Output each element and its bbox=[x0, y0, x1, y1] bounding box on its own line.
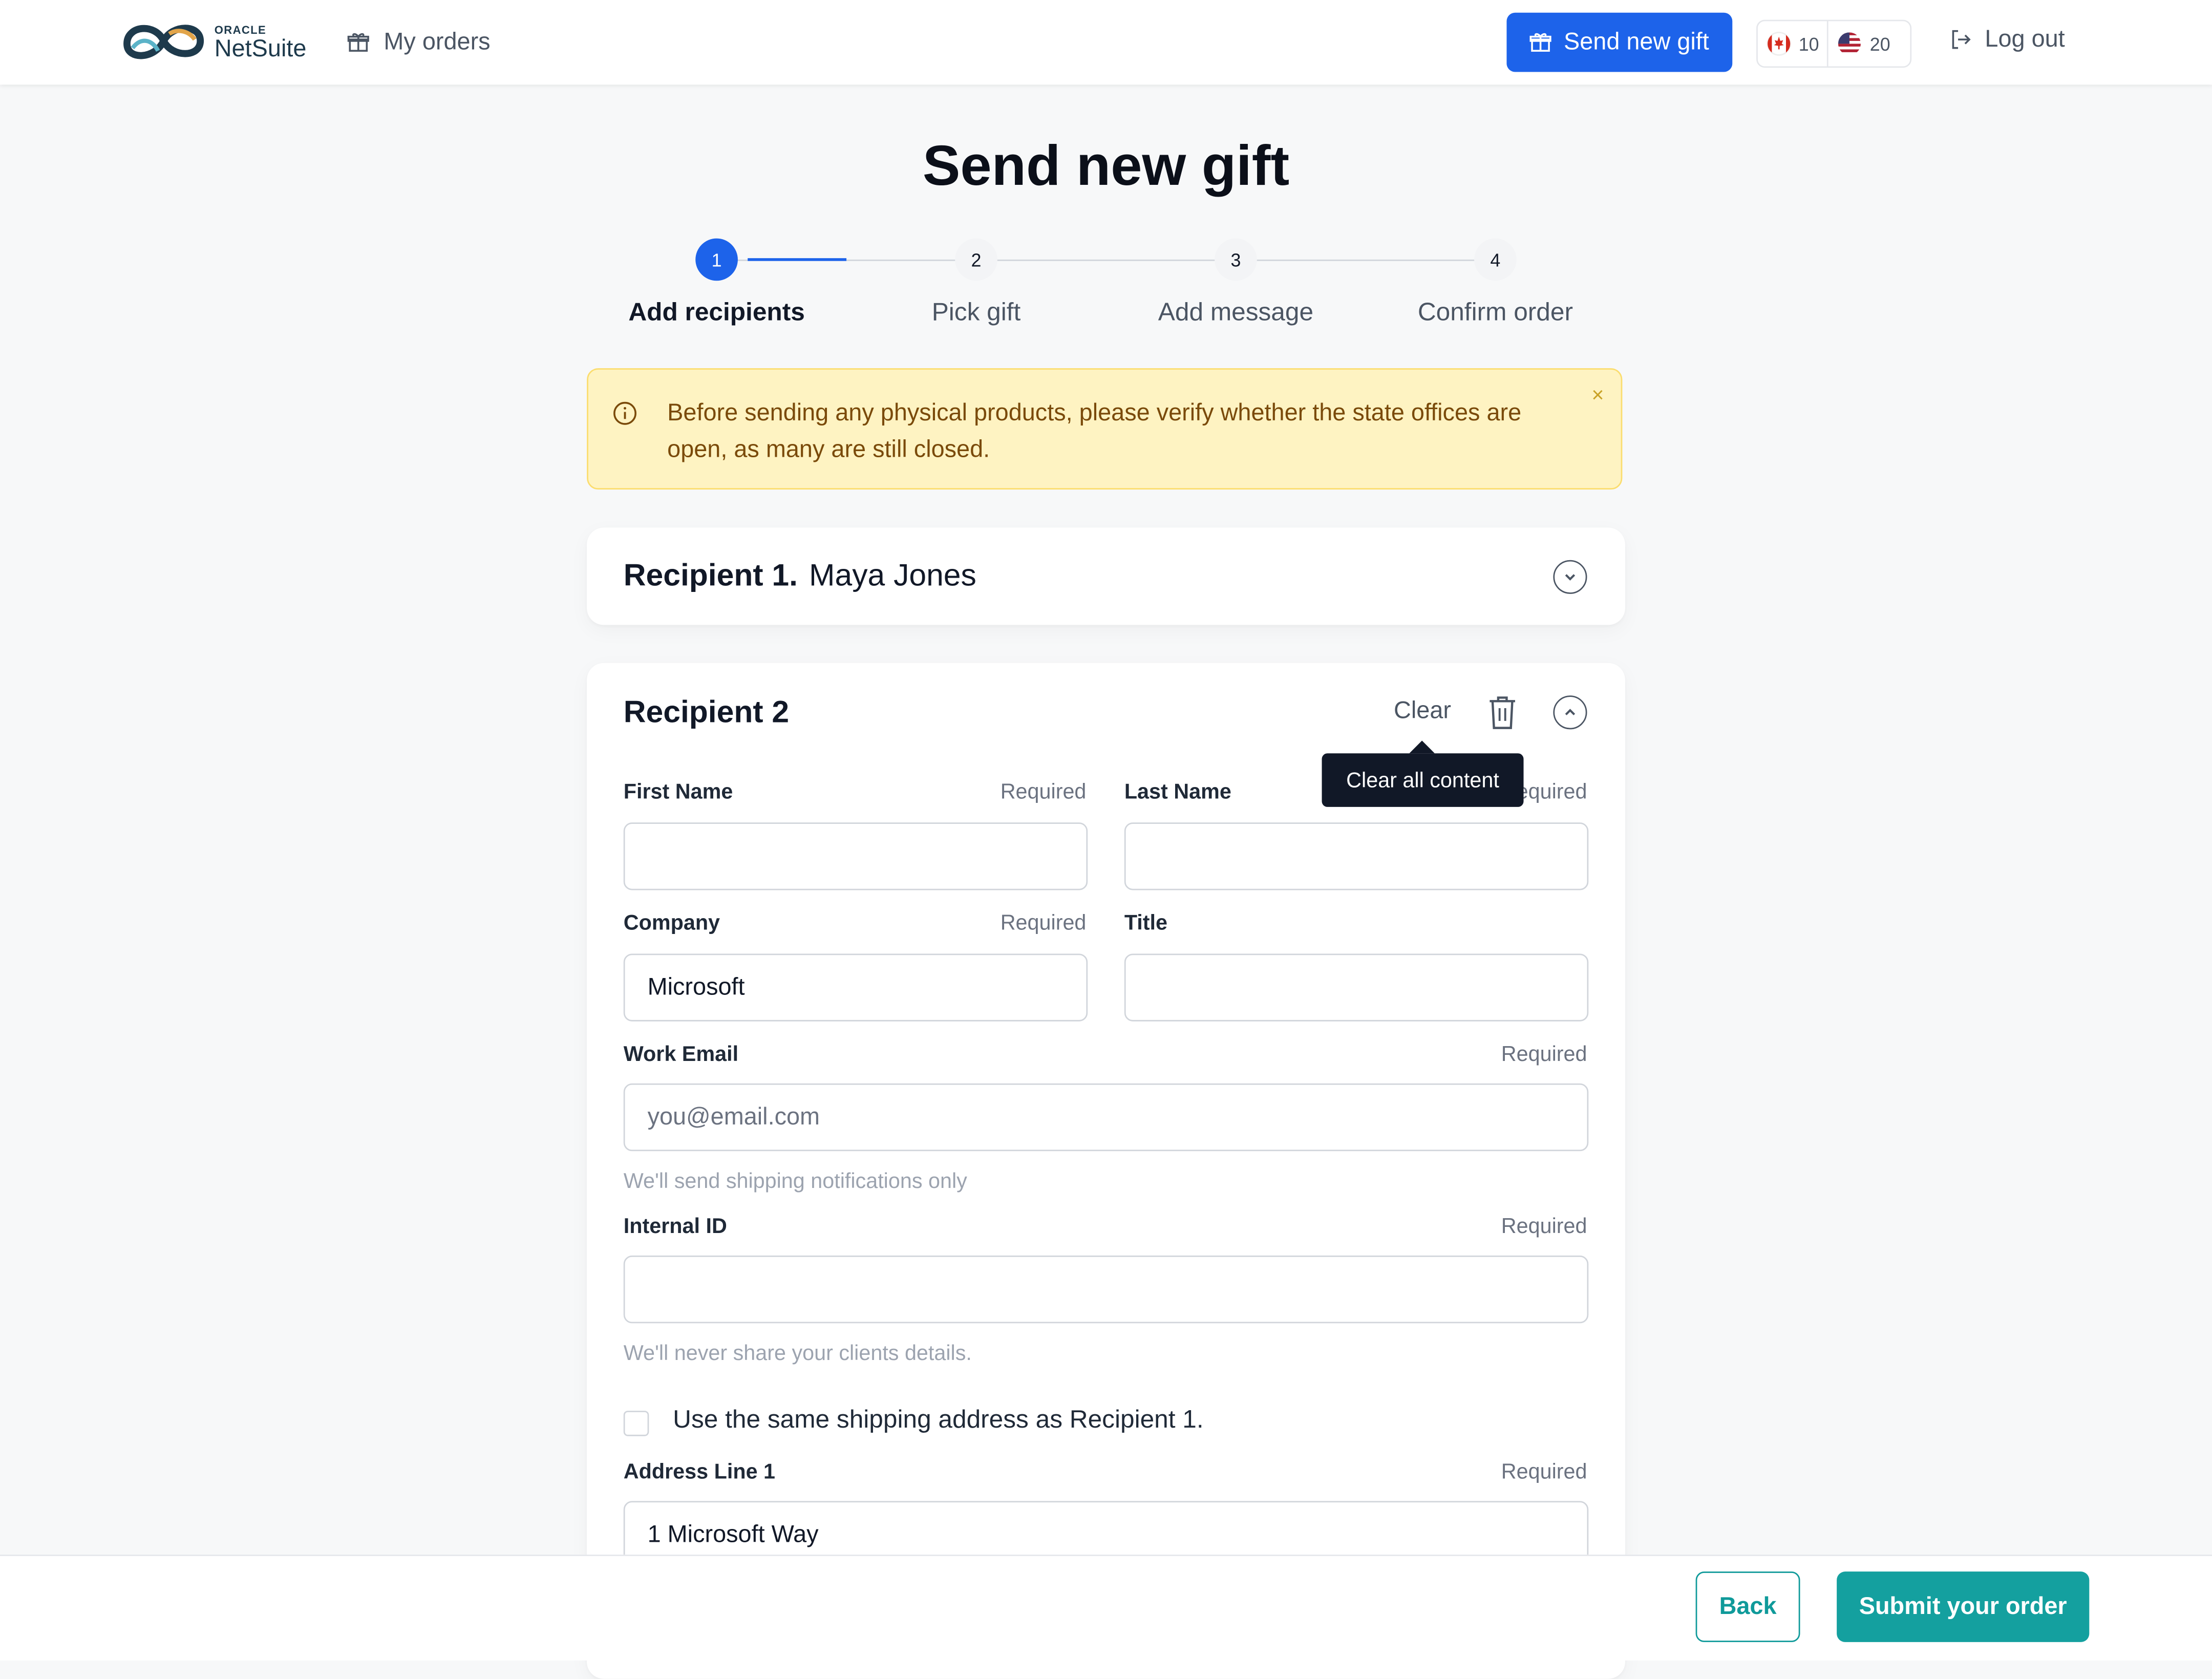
logout-link[interactable]: Log out bbox=[1950, 26, 2065, 54]
step-4-dot[interactable]: 4 bbox=[1474, 238, 1517, 281]
same-address-checkbox[interactable] bbox=[623, 1411, 649, 1436]
gift-icon bbox=[1530, 33, 1552, 52]
chevron-up-icon[interactable] bbox=[1553, 695, 1587, 730]
work-email-input[interactable]: you@email.com bbox=[623, 1083, 1589, 1152]
submit-order-button[interactable]: Submit your order bbox=[1837, 1571, 2090, 1642]
usa-flag-icon bbox=[1839, 32, 1862, 55]
first-name-label: First Name bbox=[623, 780, 733, 804]
step-3-label[interactable]: Add message bbox=[1095, 297, 1377, 327]
internal-id-required: Required bbox=[1501, 1215, 1587, 1239]
step-connector bbox=[996, 259, 1219, 261]
clear-tooltip: Clear all content bbox=[1322, 740, 1524, 807]
step-1-dot[interactable]: 1 bbox=[695, 238, 738, 281]
internal-id-hint: We'll never share your clients details. bbox=[623, 1342, 972, 1366]
step-3-dot[interactable]: 3 bbox=[1215, 238, 1257, 281]
company-label: Company bbox=[623, 911, 720, 936]
logo-netsuite-text: NetSuite bbox=[214, 35, 307, 62]
recipient-1-card[interactable]: Recipient 1. Maya Jones bbox=[587, 527, 1625, 625]
bottom-action-bar: Back Submit your order bbox=[0, 1555, 2212, 1661]
flag-canada[interactable]: 10 bbox=[1758, 21, 1827, 66]
logout-label: Log out bbox=[1985, 25, 2065, 52]
clear-button[interactable]: Clear bbox=[1394, 697, 1451, 725]
canada-flag-icon bbox=[1767, 31, 1791, 56]
nav-my-orders[interactable]: My orders bbox=[347, 26, 491, 59]
warning-alert: Before sending any physical products, pl… bbox=[587, 368, 1623, 490]
same-address-label[interactable]: Use the same shipping address as Recipie… bbox=[673, 1405, 1204, 1435]
recipient-1-name: Maya Jones bbox=[809, 557, 976, 593]
top-navbar: ORACLE NetSuite My orders Send new gift bbox=[0, 0, 2212, 85]
netsuite-logo[interactable]: ORACLE NetSuite bbox=[121, 17, 312, 68]
flag-usa[interactable]: 20 bbox=[1827, 21, 1899, 67]
page: ORACLE NetSuite My orders Send new gift bbox=[0, 0, 2212, 1679]
step-connector bbox=[1256, 259, 1479, 261]
close-icon[interactable]: × bbox=[1591, 384, 1604, 408]
flag-usa-count: 20 bbox=[1869, 33, 1890, 55]
company-required: Required bbox=[1000, 911, 1087, 936]
internal-id-input[interactable] bbox=[623, 1256, 1589, 1324]
address-line-1-required: Required bbox=[1501, 1460, 1587, 1484]
first-name-required: Required bbox=[1000, 780, 1087, 804]
gift-icon bbox=[347, 33, 369, 52]
work-email-label: Work Email bbox=[623, 1043, 739, 1067]
info-icon bbox=[613, 401, 636, 425]
work-email-hint: We'll send shipping notifications only bbox=[623, 1169, 967, 1194]
logout-icon bbox=[1952, 30, 1971, 49]
work-email-required: Required bbox=[1501, 1043, 1587, 1067]
recipient-1-header: Recipient 1. Maya Jones bbox=[624, 557, 976, 594]
title-input[interactable] bbox=[1124, 953, 1589, 1022]
back-button[interactable]: Back bbox=[1695, 1571, 1800, 1642]
last-name-label: Last Name bbox=[1124, 780, 1231, 804]
internal-id-label: Internal ID bbox=[623, 1215, 727, 1239]
step-progress bbox=[748, 258, 847, 261]
address-line-1-label: Address Line 1 bbox=[623, 1460, 776, 1484]
send-new-gift-label: Send new gift bbox=[1563, 28, 1709, 55]
last-name-input[interactable] bbox=[1124, 822, 1589, 890]
trash-icon[interactable] bbox=[1487, 694, 1518, 731]
alert-text: Before sending any physical products, pl… bbox=[667, 399, 1522, 463]
step-2-dot[interactable]: 2 bbox=[955, 238, 997, 281]
flag-canada-count: 10 bbox=[1798, 33, 1819, 55]
step-1-label[interactable]: Add recipients bbox=[576, 297, 858, 327]
send-new-gift-button[interactable]: Send new gift bbox=[1506, 12, 1733, 72]
netsuite-logo-icon bbox=[123, 25, 204, 59]
nav-my-orders-label: My orders bbox=[384, 28, 491, 55]
title-label: Title bbox=[1124, 911, 1168, 936]
step-4-label[interactable]: Confirm order bbox=[1354, 297, 1636, 327]
chevron-down-icon[interactable] bbox=[1553, 560, 1587, 594]
company-input[interactable]: Microsoft bbox=[623, 953, 1088, 1022]
first-name-input[interactable] bbox=[623, 822, 1088, 890]
page-title: Send new gift bbox=[922, 135, 1290, 198]
country-counts[interactable]: 10 20 bbox=[1756, 19, 1912, 68]
recipient-1-label: Recipient 1. bbox=[623, 557, 798, 593]
recipient-2-title: Recipient 2 bbox=[623, 694, 790, 730]
step-2-label[interactable]: Pick gift bbox=[835, 297, 1117, 327]
